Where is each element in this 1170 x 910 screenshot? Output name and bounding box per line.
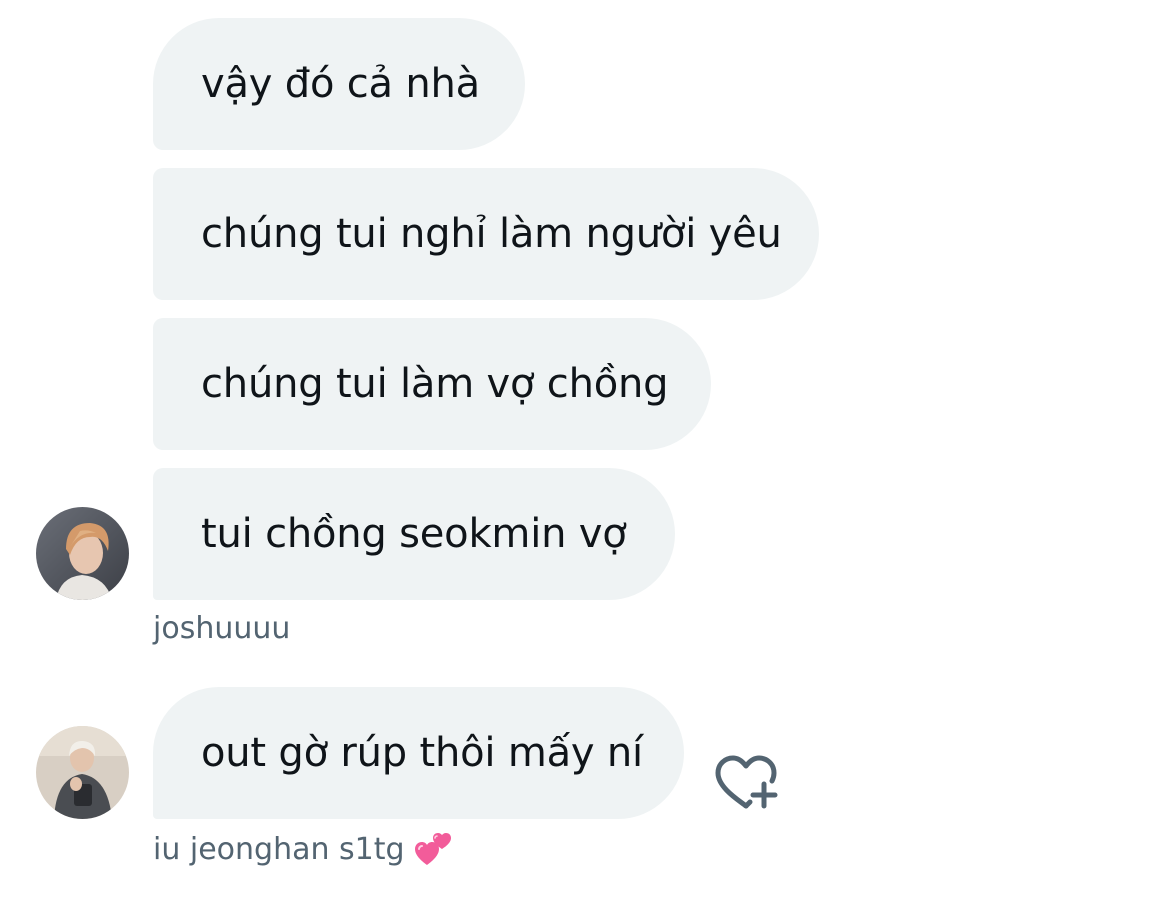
- message-bubble[interactable]: chúng tui nghỉ làm người yêu: [153, 168, 819, 300]
- message-bubble[interactable]: tui chồng seokmin vợ: [153, 468, 675, 600]
- message-bubble[interactable]: out gờ rúp thôi mấy ní: [153, 687, 684, 819]
- two-hearts-emoji: [413, 829, 453, 869]
- sender-name: joshuuuu: [153, 611, 291, 646]
- heart-plus-icon: [715, 755, 778, 809]
- message-text: chúng tui nghỉ làm người yêu: [201, 211, 782, 257]
- message-bubble[interactable]: chúng tui làm vợ chồng: [153, 318, 711, 450]
- message-text: out gờ rúp thôi mấy ní: [201, 730, 643, 776]
- message-text: tui chồng seokmin vợ: [201, 511, 627, 557]
- message-text: vậy đó cả nhà: [201, 61, 480, 107]
- avatar-photo: [36, 726, 129, 819]
- avatar[interactable]: [36, 507, 129, 600]
- message-bubble[interactable]: vậy đó cả nhà: [153, 18, 525, 150]
- sender-name: iu jeonghan s1tg: [153, 829, 453, 869]
- avatar-photo: [36, 507, 129, 600]
- add-reaction-button[interactable]: [710, 754, 780, 816]
- avatar[interactable]: [36, 726, 129, 819]
- message-text: chúng tui làm vợ chồng: [201, 361, 669, 407]
